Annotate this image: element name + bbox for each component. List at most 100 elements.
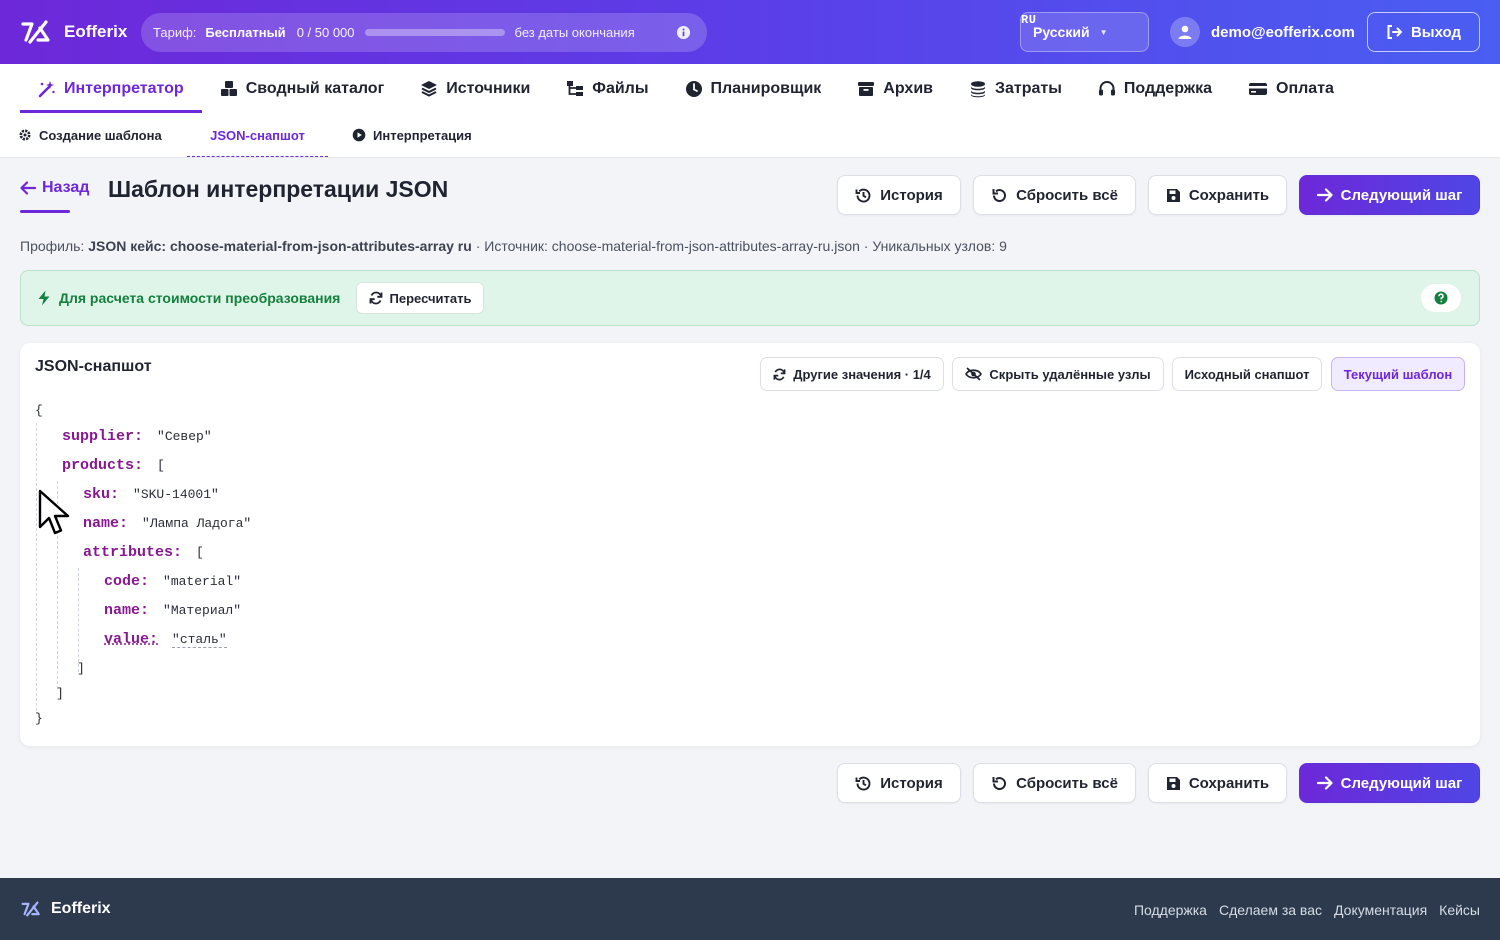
tab-json-snapshot[interactable]: JSON-снапшот (187, 113, 328, 157)
user-menu[interactable]: demo@eofferix.com (1170, 17, 1355, 47)
info-icon[interactable] (676, 25, 691, 40)
hide-removed-nodes-button[interactable]: Скрыть удалённые узлы (952, 357, 1164, 391)
hide-removed-label: Скрыть удалённые узлы (989, 366, 1151, 382)
tab-label: JSON-снапшот (210, 127, 305, 143)
footer-link-done-for-you[interactable]: Сделаем за вас (1219, 902, 1322, 918)
language-select[interactable]: RU Русский ▼ (1020, 12, 1149, 52)
play-circle-icon (352, 128, 366, 142)
nav-label: Затраты (994, 79, 1062, 97)
footer-link-cases[interactable]: Кейсы (1439, 902, 1480, 918)
boxes-icon (220, 80, 237, 96)
caret-down-icon: ▼ (1099, 27, 1108, 37)
logo-icon (21, 901, 40, 917)
json-node-products[interactable]: products: [ (62, 457, 165, 474)
brand[interactable]: Eofferix (20, 18, 127, 46)
reset-all-button[interactable]: Сбросить всё (973, 175, 1136, 215)
profile-label: Профиль: (20, 238, 85, 254)
help-button[interactable] (1421, 284, 1461, 312)
json-key: value: (104, 631, 159, 648)
recalculate-button[interactable]: Пересчитать (356, 282, 484, 314)
navigation: Интерпретатор Сводный каталог Источники … (0, 64, 1500, 158)
save-button-bottom[interactable]: Сохранить (1148, 763, 1287, 803)
json-node-supplier[interactable]: supplier: "Север" (62, 428, 212, 445)
mouse-cursor-icon (38, 489, 70, 535)
nav-label: Сводный каталог (245, 79, 385, 97)
json-node-code[interactable]: code: "material" (104, 573, 241, 590)
nav-item-scheduler[interactable]: Планировщик (667, 64, 840, 113)
save-label: Сохранить (1188, 186, 1270, 204)
nav-item-payment[interactable]: Оплата (1230, 64, 1352, 113)
next-step-label: Следующий шаг (1340, 774, 1463, 792)
nav-item-catalog[interactable]: Сводный каталог (202, 64, 403, 113)
current-template-button[interactable]: Текущий шаблон (1331, 357, 1465, 391)
json-node-sku[interactable]: sku: "SKU-14001" (83, 486, 219, 503)
reset-all-button-bottom[interactable]: Сбросить всё (973, 763, 1136, 803)
notice-text-row: Для расчета стоимости преобразования (37, 290, 340, 306)
nav-label: Оплата (1276, 79, 1334, 97)
history-label: История (880, 186, 943, 204)
user-icon (1178, 25, 1192, 39)
nav-item-archive[interactable]: Архив (839, 64, 951, 113)
json-snapshot-card: JSON-снапшот Другие значения · 1/4 Скрыт… (20, 343, 1480, 746)
json-bracket-close: ] (56, 686, 64, 701)
tab-interpretation[interactable]: Интерпретация (352, 113, 482, 157)
footer-link-docs[interactable]: Документация (1334, 902, 1427, 918)
back-link[interactable]: Назад (20, 179, 89, 197)
tariff-progress-bar (364, 29, 505, 36)
history-icon (855, 776, 871, 791)
json-bracket-close: ] (77, 661, 85, 676)
nav-item-sources[interactable]: Источники (402, 64, 548, 113)
nav-item-interpreter[interactable]: Интерпретатор (20, 64, 202, 113)
nav-item-costs[interactable]: Затраты (951, 64, 1080, 113)
recalculate-label: Пересчитать (389, 290, 472, 306)
undo-icon (992, 776, 1007, 790)
save-icon (1166, 188, 1180, 202)
footer-brand[interactable]: Eofferix (20, 900, 111, 918)
nav-label: Поддержка (1123, 79, 1213, 97)
nav-label: Планировщик (710, 79, 822, 97)
tab-create-template[interactable]: Создание шаблона (18, 113, 168, 157)
next-step-label: Следующий шаг (1340, 186, 1463, 204)
json-value: "сталь" (172, 632, 227, 648)
next-step-button-bottom[interactable]: Следующий шаг (1299, 763, 1480, 803)
question-icon (1434, 291, 1448, 305)
other-values-button[interactable]: Другие значения · 1/4 (760, 357, 944, 391)
json-value: "SKU-14001" (133, 487, 219, 502)
nav-item-files[interactable]: Файлы (548, 64, 666, 113)
save-button[interactable]: Сохранить (1148, 175, 1287, 215)
json-value: "Лампа Ладога" (142, 516, 252, 531)
json-node-attributes[interactable]: attributes: [ (83, 544, 204, 561)
next-step-button[interactable]: Следующий шаг (1299, 175, 1480, 215)
history-button-bottom[interactable]: История (837, 763, 961, 803)
json-value: "Материал" (163, 603, 242, 618)
top-bar: Eofferix Тариф: Бесплатный 0 / 50 000 бе… (0, 0, 1500, 64)
footer-link-support[interactable]: Поддержка (1134, 902, 1207, 918)
footer-brand-name: Eofferix (51, 900, 111, 917)
json-key: name: (83, 515, 129, 532)
back-label: Назад (42, 179, 90, 196)
tariff-no-end: без даты окончания (514, 25, 635, 40)
bolt-icon (38, 290, 50, 306)
brand-name: Eofferix (64, 22, 128, 41)
history-button[interactable]: История (837, 175, 961, 215)
nav-item-support[interactable]: Поддержка (1080, 64, 1230, 113)
json-node-value[interactable]: value: "сталь" (104, 631, 227, 648)
other-values-label: Другие значения · 1/4 (793, 366, 931, 382)
json-key: sku: (83, 486, 120, 503)
tariff-usage: 0 / 50 000 (296, 25, 355, 40)
indent-guide (36, 423, 37, 711)
template-meta: Профиль: JSON кейс: choose-material-from… (20, 238, 1007, 254)
json-node-attr-name[interactable]: name: "Материал" (104, 602, 241, 619)
json-value: "material" (163, 574, 242, 589)
footer-links: Поддержка Сделаем за вас Документация Ке… (1134, 902, 1480, 918)
logout-button[interactable]: Выход (1367, 12, 1480, 52)
logout-label: Выход (1410, 23, 1462, 41)
coins-icon (970, 80, 985, 97)
original-snapshot-button[interactable]: Исходный снапшот (1172, 357, 1322, 391)
sign-out-icon (1387, 25, 1403, 39)
save-icon (1166, 776, 1180, 790)
json-node-name[interactable]: name: "Лампа Ладога" (83, 515, 251, 532)
arrow-right-icon (1316, 188, 1333, 202)
clock-icon (685, 80, 702, 97)
tab-label: Создание шаблона (39, 127, 162, 143)
